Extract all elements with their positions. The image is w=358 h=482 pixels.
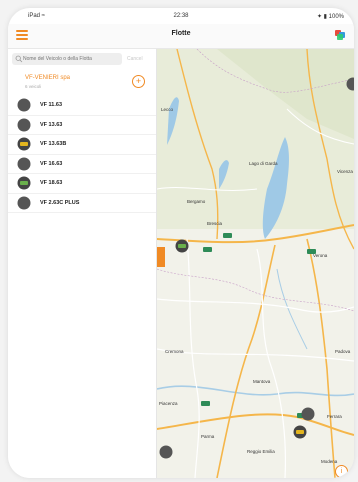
vehicle-status-icon (17, 98, 31, 112)
map-place-label: Vicenza (337, 169, 353, 174)
vehicle-name: VF 11.63 (40, 102, 63, 108)
vehicle-marker-offline[interactable] (346, 77, 354, 91)
fleet-name: VF-VENIERI spa (25, 75, 71, 81)
vehicle-marker-idle[interactable] (293, 425, 307, 439)
map-place-label: Reggio Emilia (247, 449, 275, 454)
map-view[interactable]: Lecco Bergamo Brescia Lago di Garda Verona Vi… (157, 49, 354, 478)
vehicle-list-item[interactable]: VF 16.63 (8, 155, 156, 174)
vehicle-marker-moving[interactable] (175, 239, 189, 253)
map-place-label: Mantova (253, 379, 271, 384)
search-field[interactable] (12, 53, 122, 65)
vehicle-name: VF 18.63 (40, 180, 63, 186)
vehicle-list-item[interactable]: VF 13.63 (8, 116, 156, 135)
search-icon (15, 55, 23, 63)
vehicle-list-item[interactable]: VF 13.63B (8, 135, 156, 155)
map-place-label: Verona (313, 253, 328, 258)
map-place-label: Parma (201, 434, 215, 439)
map-info-button[interactable]: i (335, 465, 348, 478)
device-frame: iPad ≈ 22:38 ✦ ▮ 100% Flotte Nome del Ve… (0, 0, 358, 482)
fleet-vehicle-count: 6 veicoli (25, 84, 42, 89)
map-place-label: Ferrara (327, 414, 342, 419)
add-vehicle-button[interactable]: + (132, 75, 145, 88)
map-place-label: Padova (335, 349, 351, 354)
app-screen: iPad ≈ 22:38 ✦ ▮ 100% Flotte Nome del Ve… (8, 8, 354, 478)
search-input[interactable] (23, 53, 119, 65)
fleet-sidebar: Cancel VF-VENIERI spa 6 veicoli + VF 11.… (8, 49, 157, 478)
status-battery: ✦ ▮ 100% (316, 14, 344, 20)
vehicle-list: VF 11.63 VF 13.63 VF 13.63B VF 16.63 VF 18.6… (8, 96, 156, 213)
vehicle-status-icon (17, 157, 31, 170)
map-place-label: Lago di Garda (249, 161, 278, 166)
status-time: 22:38 (173, 13, 189, 19)
page-title: Flotte (171, 30, 191, 37)
map-place-label: Brescia (207, 221, 223, 226)
vehicle-marker-offline[interactable] (301, 407, 315, 421)
map-place-label: Cremona (165, 349, 184, 354)
sidebar-toggle-tab[interactable] (157, 247, 165, 267)
map-place-label: Bergamo (187, 199, 206, 204)
vehicle-name: VF 13.63B (40, 141, 67, 147)
vehicle-status-icon (17, 118, 31, 131)
vehicle-list-item[interactable]: VF 18.63 (8, 174, 156, 194)
status-bar: iPad ≈ 22:38 ✦ ▮ 100% (8, 8, 354, 24)
navigation-bar: Flotte (8, 24, 354, 49)
map-place-label: Piacenza (159, 401, 178, 406)
vehicle-marker-offline[interactable] (159, 445, 173, 459)
map-canvas (157, 49, 354, 478)
vehicle-status-icon (17, 137, 31, 151)
fleet-group-header[interactable]: VF-VENIERI spa 6 veicoli + (8, 71, 156, 99)
vehicle-name: VF 2.63C PLUS (40, 199, 80, 206)
vehicle-status-icon (17, 196, 31, 209)
cancel-button[interactable]: Cancel (127, 56, 143, 62)
vehicle-list-item[interactable]: VF 2.63C PLUS (8, 194, 156, 213)
layers-icon[interactable] (334, 29, 346, 41)
vehicle-status-icon (17, 176, 31, 190)
vehicle-list-item[interactable]: VF 11.63 (8, 96, 156, 116)
search-bar: Cancel (12, 53, 152, 65)
vehicle-name: VF 16.63 (40, 160, 63, 167)
vehicle-name: VF 13.63 (40, 121, 63, 128)
map-place-label: Lecco (161, 107, 174, 112)
map-place-label: Modena (321, 459, 338, 464)
